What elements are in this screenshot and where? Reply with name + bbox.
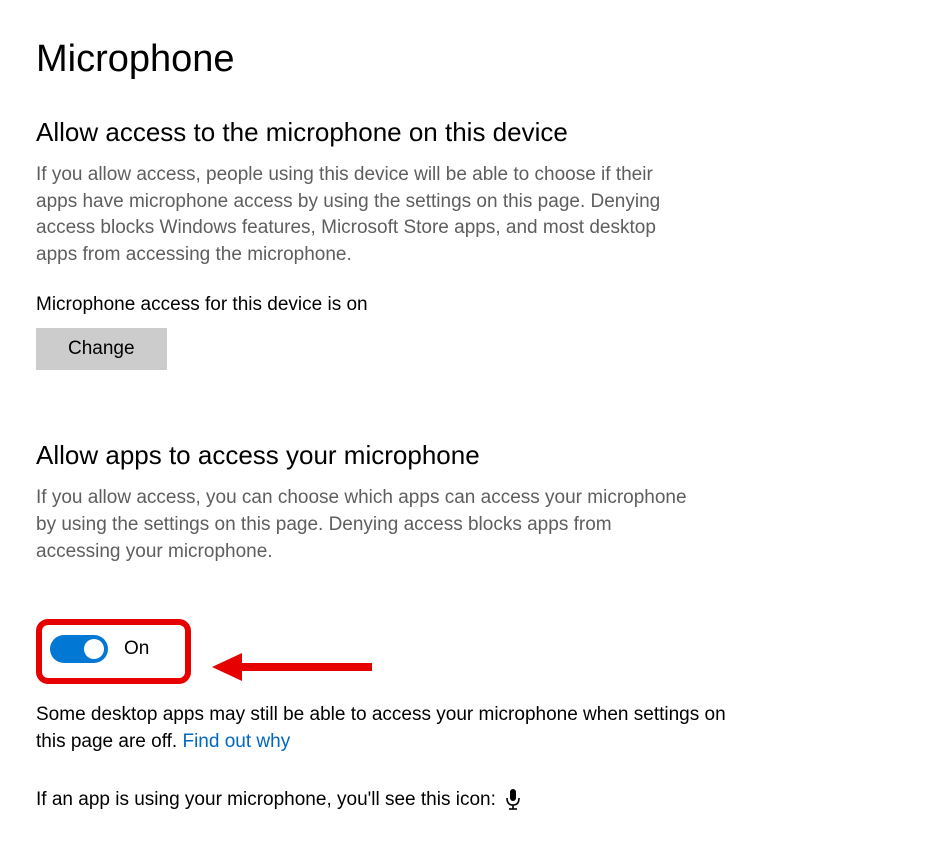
find-out-why-link[interactable]: Find out why bbox=[182, 731, 290, 752]
footnote-text: Some desktop apps may still be able to a… bbox=[36, 704, 726, 752]
section-heading-device-access: Allow access to the microphone on this d… bbox=[36, 117, 916, 148]
annotation-highlight-box: On bbox=[36, 619, 191, 684]
device-access-status: Microphone access for this device is on bbox=[36, 294, 916, 316]
app-access-toggle[interactable] bbox=[50, 635, 108, 663]
annotation-arrow-icon bbox=[212, 649, 372, 685]
microphone-icon bbox=[506, 789, 520, 811]
change-button[interactable]: Change bbox=[36, 328, 167, 370]
app-access-description: If you allow access, you can choose whic… bbox=[36, 485, 696, 565]
mic-in-use-line: If an app is using your microphone, you'… bbox=[36, 789, 916, 811]
toggle-label: On bbox=[124, 638, 149, 660]
app-access-toggle-row: On bbox=[50, 635, 149, 663]
section-heading-app-access: Allow apps to access your microphone bbox=[36, 440, 916, 471]
desktop-apps-footnote: Some desktop apps may still be able to a… bbox=[36, 702, 736, 755]
page-title: Microphone bbox=[36, 38, 916, 81]
toggle-knob bbox=[84, 639, 104, 659]
device-access-description: If you allow access, people using this d… bbox=[36, 162, 696, 268]
mic-in-use-text: If an app is using your microphone, you'… bbox=[36, 789, 496, 811]
